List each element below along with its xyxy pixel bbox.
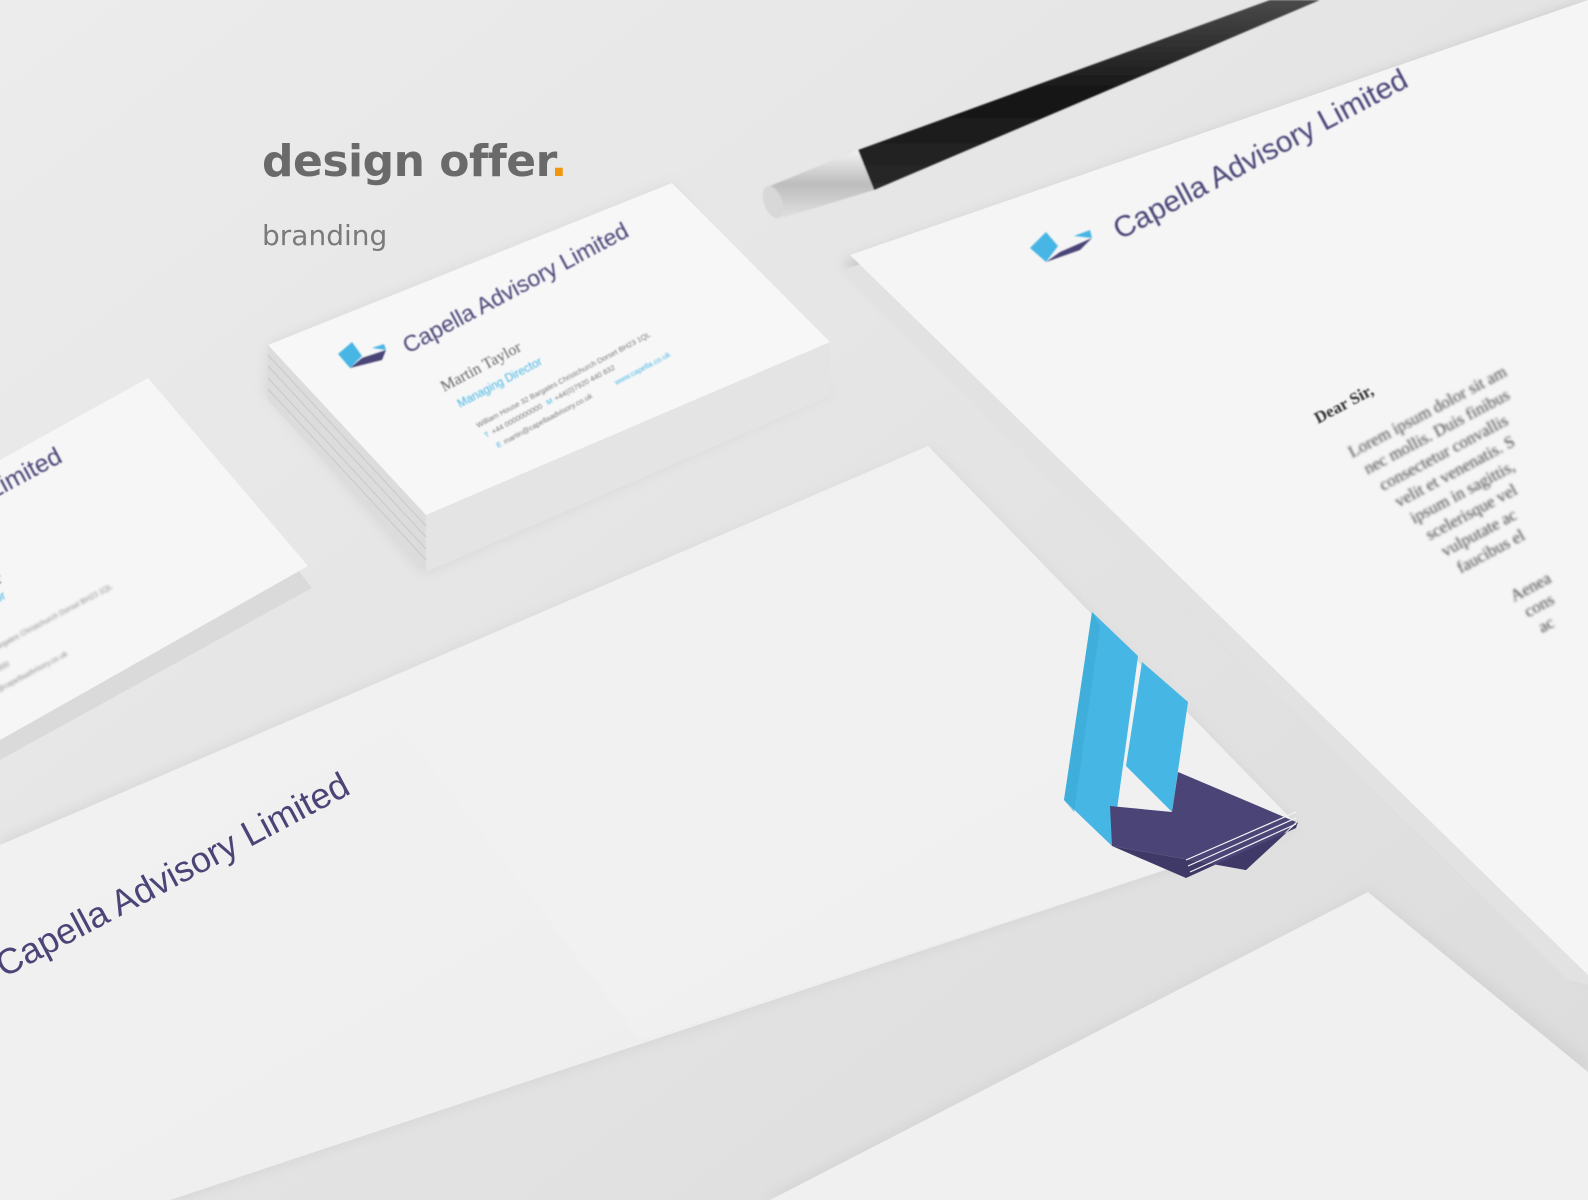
heading-dot: .	[550, 136, 568, 187]
page-subheading: branding	[262, 219, 388, 252]
page-heading: design offer.	[262, 140, 567, 184]
heading-text: design offer	[262, 136, 551, 187]
stationery-mockup-scene: Capella Advisory Limited Dear Sir, Lorem…	[0, 0, 1588, 1200]
